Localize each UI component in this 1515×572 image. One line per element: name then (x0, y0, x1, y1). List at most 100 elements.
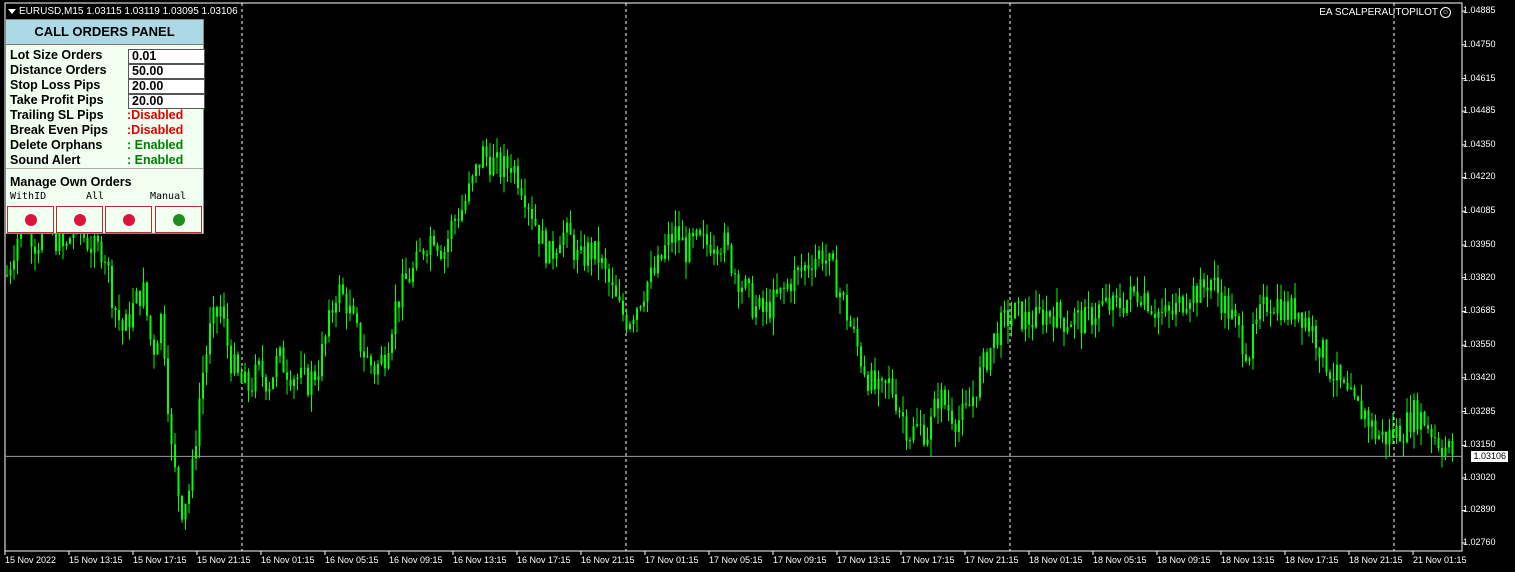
candle-body (776, 289, 778, 294)
price-tick-label: 1.04885 (1463, 5, 1496, 15)
candle-body (660, 255, 663, 259)
all-toggle-button[interactable] (56, 206, 103, 233)
candle-body (1318, 348, 1321, 358)
candle-body (1290, 298, 1293, 320)
manual-toggle-button[interactable] (155, 206, 202, 233)
delete-orphans-status[interactable]: : Enabled (127, 138, 183, 152)
candle-body (125, 314, 127, 331)
candle-body (1262, 296, 1265, 305)
candle-body (646, 282, 649, 302)
time-tick-label: 16 Nov 13:15 (453, 555, 507, 565)
candle-body (1031, 324, 1034, 328)
candle-body (1234, 309, 1237, 317)
candle-body (1448, 440, 1450, 448)
candle-body (583, 246, 586, 266)
extra-toggle-button[interactable] (105, 206, 152, 233)
candle-body (520, 188, 523, 196)
candle-body (485, 146, 488, 157)
candle-body (513, 166, 516, 173)
distance-input[interactable]: 50.00 (128, 64, 205, 79)
candle-body (839, 292, 841, 298)
candle-body (909, 439, 911, 441)
candle-body (555, 252, 558, 259)
candle-body (755, 306, 757, 318)
candle-body (454, 218, 456, 221)
candle-body (531, 208, 533, 219)
candle-body (1444, 447, 1447, 456)
candle-body (1140, 302, 1142, 306)
candle-body (734, 273, 736, 275)
candle-body (363, 351, 365, 358)
candle-body (1213, 277, 1216, 280)
candle-body (359, 322, 362, 352)
candle-body (93, 235, 96, 253)
dropdown-arrow-icon[interactable] (8, 8, 16, 14)
candle-body (681, 237, 684, 241)
candle-body (205, 354, 208, 373)
candle-body (961, 403, 964, 421)
candle-body (1122, 308, 1125, 314)
candle-body (170, 413, 173, 445)
candle-body (1280, 299, 1282, 321)
withid-toggle-button[interactable] (7, 206, 54, 233)
candle-body (1346, 382, 1349, 390)
break-even-status[interactable]: :Disabled (127, 123, 183, 137)
candle-body (1066, 327, 1069, 332)
candle-body (468, 183, 470, 202)
candle-body (510, 168, 512, 173)
candle-body (919, 424, 922, 426)
price-tick-label: 1.03685 (1463, 305, 1496, 316)
candle-body (1010, 318, 1013, 327)
candle-body (1371, 420, 1373, 427)
candle-body (975, 396, 978, 398)
candle-body (132, 303, 134, 328)
price-chart[interactable]: EURUSD,M15 1.03115 1.03119 1.03095 1.031… (0, 0, 1515, 572)
candle-body (268, 388, 271, 392)
sound-alert-status[interactable]: : Enabled (127, 153, 183, 167)
lot-size-input[interactable]: 0.01 (128, 49, 205, 64)
candle-body (156, 343, 159, 355)
candle-body (699, 230, 701, 235)
take-profit-input[interactable]: 20.00 (128, 94, 205, 109)
candle-body (727, 232, 729, 246)
candle-body (926, 439, 929, 445)
price-tick-label: 1.03285 (1463, 405, 1496, 416)
time-tick-label: 16 Nov 05:15 (325, 555, 379, 565)
candle-body (657, 255, 659, 274)
candle-body (118, 309, 120, 321)
candle-body (611, 282, 614, 286)
candle-body (503, 156, 505, 178)
trailing-sl-status[interactable]: :Disabled (127, 108, 183, 122)
manual-label: Manual (150, 191, 187, 202)
candle-body (846, 294, 848, 321)
candle-body (1287, 301, 1289, 320)
candle-body (240, 372, 243, 383)
candle-body (153, 339, 155, 355)
chart-canvas[interactable] (0, 0, 1515, 572)
stop-loss-input[interactable]: 20.00 (128, 79, 205, 94)
candle-body (1308, 317, 1310, 332)
candle-body (426, 254, 428, 256)
candle-body (338, 284, 341, 303)
price-tick-label: 1.04750 (1463, 38, 1496, 49)
candle-body (832, 253, 834, 260)
time-tick-label: 18 Nov 09:15 (1157, 555, 1211, 565)
candle-body (1248, 358, 1251, 361)
candle-body (979, 367, 981, 398)
price-tick-label: 1.04485 (1463, 105, 1496, 116)
candle-body (881, 378, 883, 381)
candle-body (993, 333, 995, 348)
candle-body (380, 354, 383, 364)
candle-body (289, 379, 292, 387)
candle-body (1315, 325, 1317, 349)
candle-body (475, 164, 477, 177)
candle-body (146, 282, 148, 316)
price-tick-label: 1.02760 (1463, 537, 1496, 547)
candle-body (804, 264, 806, 271)
candle-body (541, 230, 544, 244)
candle-body (933, 398, 936, 417)
smiley-icon: ☺ (1440, 7, 1451, 18)
candle-body (443, 252, 446, 259)
candle-body (104, 261, 106, 263)
candle-body (527, 207, 530, 209)
